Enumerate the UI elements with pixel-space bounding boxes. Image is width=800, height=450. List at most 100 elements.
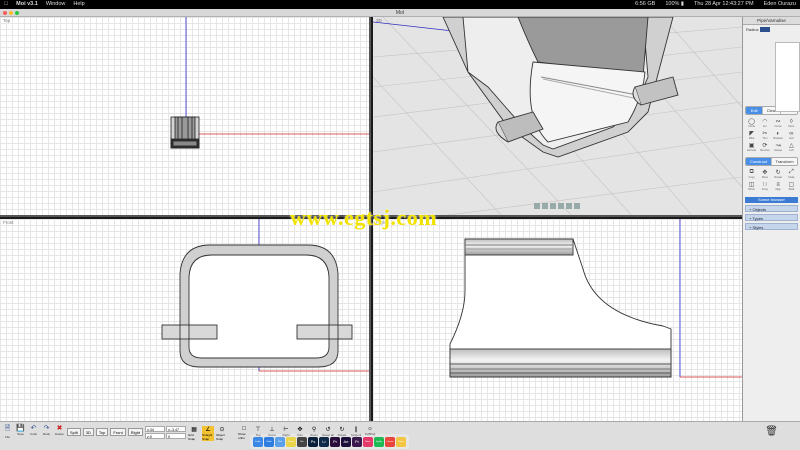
viewport-front[interactable]: Front — [0, 219, 371, 421]
curve-tool[interactable]: ∾ Curve — [773, 118, 784, 128]
dock-lightroom[interactable]: Lr — [319, 436, 329, 447]
viewport-label-top[interactable]: Top — [3, 18, 10, 23]
fillet-tool[interactable]: ◤ Fillet — [746, 130, 757, 140]
right-cam-icon: ⊢ — [283, 427, 289, 433]
show-ortho-button[interactable]: □ Show ortho — [238, 426, 250, 440]
options-popup[interactable] — [775, 42, 800, 112]
user-name[interactable]: Eden Ourazu — [764, 0, 796, 9]
more-tool[interactable]: ◊ More — [786, 118, 797, 128]
scene-browser-title: Scene browser — [745, 197, 798, 203]
coordinate-fields: x:34 y:-3.47 z:0 0 — [145, 426, 187, 439]
arc-icon: ◠ — [762, 119, 768, 125]
align-tool[interactable]: ≡ Align — [773, 181, 784, 191]
object-snap-button[interactable]: ⊙ Object Snap — [216, 426, 228, 441]
tab-transform[interactable]: Transform — [772, 158, 797, 165]
rotate-icon: ↻ — [775, 170, 781, 176]
dock-premiere-2[interactable]: Pr — [352, 436, 362, 447]
move-tool[interactable]: ✥ Move — [759, 169, 770, 179]
view-controls[interactable] — [534, 203, 580, 209]
tab-edit[interactable]: Edit — [746, 107, 764, 114]
grid-snap-button[interactable]: ▦ Grid Snap — [188, 426, 200, 441]
coord-x[interactable]: x:34 — [145, 426, 166, 432]
redo-button[interactable]: ↷ Redo — [41, 424, 52, 436]
section-objects[interactable]: + Objects — [745, 205, 798, 212]
view-top-button[interactable]: Top — [95, 428, 109, 436]
array-tool[interactable]: ∷ Array — [759, 181, 770, 191]
delete-button[interactable]: ✖ Delete — [54, 424, 65, 436]
dock-moi[interactable]: Moi — [297, 436, 307, 447]
perspective-canvas — [373, 17, 742, 215]
radius-input[interactable] — [760, 27, 771, 32]
dock-spotify[interactable]: Spotify — [374, 436, 384, 447]
view-split-button[interactable]: Split — [67, 428, 81, 436]
mirror-tool[interactable]: ◫ Mirror — [746, 181, 757, 191]
menu-help[interactable]: Help — [73, 0, 84, 9]
revolve-tool[interactable]: ⟳ Revolve — [759, 142, 770, 152]
arc-tool[interactable]: ◠ Arc — [759, 118, 770, 128]
coord-z[interactable]: z:0 — [145, 433, 166, 439]
copy-tool[interactable]: ⧉ Copy — [746, 169, 757, 179]
dock-mail[interactable]: Mail — [275, 436, 285, 447]
revolve-icon: ⟳ — [762, 143, 768, 149]
trash-icon[interactable]: 🗑 — [765, 426, 778, 437]
shell-tool[interactable]: ▢ Shell — [786, 181, 797, 191]
straight-snap-icon: ∠ — [205, 427, 211, 433]
view-front-button[interactable]: Front — [110, 428, 126, 436]
rotate-tool[interactable]: ↻ Rotate — [773, 169, 784, 179]
app-menu[interactable]: Moi v3.1 — [16, 0, 38, 9]
dock-aftereffects[interactable]: Ae — [341, 436, 351, 447]
coord-y[interactable]: y:-3.47 — [166, 426, 187, 432]
command-header: Pipe/Varnalise — [743, 17, 800, 25]
dock-premiere[interactable]: Pr — [330, 436, 340, 447]
sweep-tool[interactable]: ↝ Sweep — [773, 142, 784, 152]
dock-safari[interactable]: Safari — [264, 436, 274, 447]
section-styles[interactable]: + Styles — [745, 223, 798, 230]
apple-icon[interactable]:  — [4, 0, 8, 9]
right-view-canvas — [449, 219, 742, 378]
loft-tool[interactable]: △ Loft — [786, 142, 797, 152]
construct-tabs: Construct Transform — [745, 157, 798, 166]
join-tool[interactable]: ∞ Join — [786, 130, 797, 140]
coord-d[interactable]: 0 — [166, 433, 187, 439]
radius-row: Radius — [743, 25, 800, 34]
draw-tools-grid: ◯ Circle ◠ Arc ∾ Curve ◊ More ◤ Fillet ✂ Trim … — [743, 115, 800, 155]
top-cam-icon: ⊤ — [255, 427, 261, 433]
tab-construct[interactable]: Construct — [746, 158, 772, 165]
viewport-top[interactable]: Top — [0, 17, 371, 217]
viewport-right[interactable]: Right — [373, 219, 742, 421]
trim-tool[interactable]: ✂ Trim — [759, 130, 770, 140]
save-button[interactable]: 💾 Save — [15, 424, 26, 436]
copy-icon: ⧉ — [749, 169, 754, 175]
array-icon: ∷ — [762, 182, 767, 188]
save-icon: 💾 — [16, 425, 25, 432]
scale-icon: ⤢ — [788, 169, 794, 175]
dock: Finder Safari Mail Photos Moi Ps Lr Pr A… — [250, 434, 409, 449]
radius-label: Radius — [746, 27, 759, 32]
circle-tool[interactable]: ◯ Circle — [746, 118, 757, 128]
undo-button[interactable]: ↶ Undo — [28, 424, 39, 436]
viewport-label-front[interactable]: Front — [3, 220, 14, 225]
scale-tool[interactable]: ⤢ Scale — [786, 169, 797, 179]
extrude-tool[interactable]: ▣ Extrude — [746, 142, 757, 152]
pan-icon: ✥ — [297, 427, 303, 433]
view-right-button[interactable]: Right — [127, 428, 144, 436]
dock-photoshop[interactable]: Ps — [308, 436, 318, 447]
viewport-label-3d[interactable]: 3D — [376, 18, 382, 23]
object-snap-icon: ⊙ — [219, 427, 225, 433]
viewport-perspective[interactable]: 3D — [373, 17, 742, 217]
boolean-tool[interactable]: ◐ Boolean — [773, 130, 784, 140]
section-types[interactable]: + Types — [745, 214, 798, 221]
straight-snap-button[interactable]: ∠ Straight Snap — [202, 426, 215, 441]
menu-window[interactable]: Window — [46, 0, 66, 9]
dock-photos[interactable]: Photos — [286, 436, 296, 447]
dock-chrome[interactable]: Chrome — [385, 436, 395, 447]
file-button[interactable]: 🗎 File — [2, 424, 13, 439]
dock-notes[interactable]: Notes — [396, 436, 406, 447]
circle-icon: ◯ — [748, 119, 755, 125]
front-cam-icon: ⊥ — [269, 427, 275, 433]
sweep-icon: ↝ — [775, 143, 781, 149]
dock-music[interactable]: Music — [363, 436, 373, 447]
dock-finder[interactable]: Finder — [253, 436, 263, 447]
view-3d-button[interactable]: 3D — [82, 428, 94, 436]
rotate-view-icon: ↻ — [339, 427, 345, 433]
